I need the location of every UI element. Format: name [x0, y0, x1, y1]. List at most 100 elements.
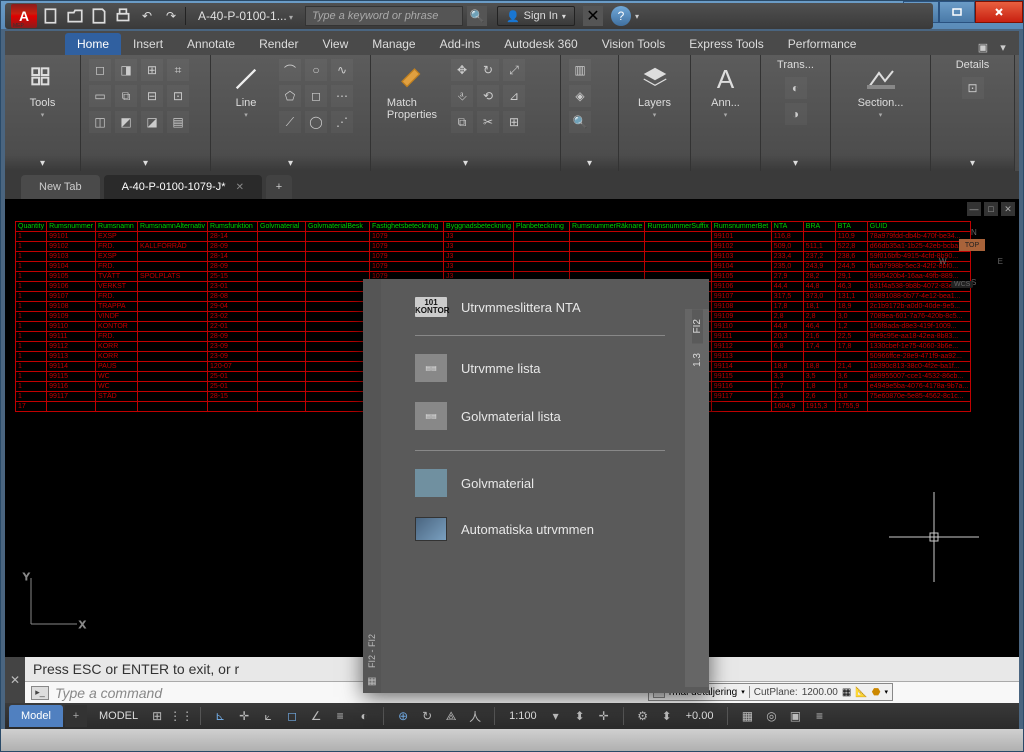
elevation-value[interactable]: +0.00: [680, 710, 720, 722]
qat-save-icon[interactable]: [89, 6, 109, 26]
drawing-tab-active[interactable]: A-40-P-0100-1079-J*✕: [104, 175, 262, 199]
layout-add-button[interactable]: +: [65, 705, 87, 727]
view-tool-icon[interactable]: 🔍: [569, 111, 591, 133]
viewport-close-icon[interactable]: ✕: [1001, 202, 1015, 216]
view-tool-icon[interactable]: ◈: [569, 85, 591, 107]
draw-tool-icon[interactable]: ⟋: [279, 111, 301, 133]
tab-view[interactable]: View: [310, 33, 360, 55]
draw-tool-icon[interactable]: ⋰: [331, 111, 353, 133]
annoscale-sync-icon[interactable]: ⬍: [569, 706, 591, 726]
palette-tool-item[interactable]: Golvmaterial: [415, 459, 665, 507]
palette-props-icon[interactable]: ▦: [367, 676, 376, 687]
tab-close-icon[interactable]: ✕: [236, 182, 244, 193]
tab-annotate[interactable]: Annotate: [175, 33, 247, 55]
customize-icon[interactable]: ≡: [808, 706, 830, 726]
palette-tool-head[interactable]: 101 KONTOR Utrvmmeslittera NTA: [415, 291, 665, 335]
qat-open-icon[interactable]: [65, 6, 85, 26]
build-tool-icon[interactable]: ⊡: [167, 85, 189, 107]
section-button[interactable]: Section... ▾: [841, 59, 921, 119]
annotation-button[interactable]: A Ann... ▾: [699, 59, 752, 119]
window-maximize-button[interactable]: [939, 1, 975, 23]
layer-key-icon[interactable]: 📐: [855, 687, 867, 698]
help-button[interactable]: ?: [611, 6, 631, 26]
tab-manage[interactable]: Manage: [360, 33, 427, 55]
tab-addins[interactable]: Add-ins: [428, 33, 493, 55]
qat-new-icon[interactable]: [41, 6, 61, 26]
modify-tool-icon[interactable]: ✂: [477, 111, 499, 133]
modify-tool-icon[interactable]: ⊿: [503, 85, 525, 107]
dyn-input-icon[interactable]: ⊕: [392, 706, 414, 726]
draw-tool-icon[interactable]: ∿: [331, 59, 353, 81]
qat-print-icon[interactable]: [113, 6, 133, 26]
panel-title-build[interactable]: ▾: [81, 155, 210, 171]
palette-tool-item[interactable]: Automatiska utrvmmen: [415, 507, 665, 551]
panel-title-modify[interactable]: ▾: [371, 155, 560, 171]
tab-insert[interactable]: Insert: [121, 33, 175, 55]
iso-icon[interactable]: ⟀: [257, 706, 279, 726]
tool-palette[interactable]: ✕ ⇤ ⤢ FI2 - FI2 ▦ FI2 1.3 101 KONTOR Utr…: [363, 279, 709, 693]
tab-home[interactable]: Home: [65, 33, 121, 55]
build-tool-icon[interactable]: ◩: [115, 111, 137, 133]
transparency-button[interactable]: Trans...: [777, 59, 814, 71]
lineweight-icon[interactable]: ≡: [329, 706, 351, 726]
draw-tool-icon[interactable]: ○: [305, 59, 327, 81]
match-properties-button[interactable]: Match Properties: [379, 59, 445, 121]
tools-button[interactable]: Tools ▾: [16, 59, 70, 119]
grid-icon[interactable]: ⊞: [146, 706, 168, 726]
layers-button[interactable]: Layers ▾: [628, 59, 682, 119]
modify-tool-icon[interactable]: ⤢: [503, 59, 525, 81]
drawing-tab-new[interactable]: New Tab: [21, 175, 100, 199]
detail-tool-icon[interactable]: ⊡: [962, 77, 984, 99]
otrack-icon[interactable]: ∠: [305, 706, 327, 726]
app-menu-button[interactable]: MEP: [11, 4, 37, 28]
build-tool-icon[interactable]: ▭: [89, 85, 111, 107]
line-button[interactable]: Line ▾: [219, 59, 273, 119]
search-input[interactable]: Type a keyword or phrase: [305, 6, 463, 26]
drawing-tab-add[interactable]: +: [266, 175, 292, 199]
display-toggle-icon[interactable]: ⬣: [872, 687, 881, 698]
build-tool-icon[interactable]: ⊞: [141, 59, 163, 81]
3dosnap-icon[interactable]: ⟁: [440, 706, 462, 726]
trans-tool-icon[interactable]: ◑: [785, 103, 807, 125]
qat-redo-icon[interactable]: ↷: [161, 6, 181, 26]
build-tool-icon[interactable]: ⌗: [167, 59, 189, 81]
panel-title-trans[interactable]: ▾: [761, 155, 830, 171]
modify-tool-icon[interactable]: ⧉: [451, 111, 473, 133]
viewcube-top[interactable]: TOP: [959, 239, 985, 251]
view-tool-icon[interactable]: ▥: [569, 59, 591, 81]
snap-icon[interactable]: ⋮⋮: [170, 706, 192, 726]
trans-tool-icon[interactable]: ◐: [785, 77, 807, 99]
search-icon[interactable]: 🔍: [467, 6, 487, 26]
build-tool-icon[interactable]: ◨: [115, 59, 137, 81]
view-cube[interactable]: N W E S TOP WCS: [939, 231, 999, 291]
document-title[interactable]: A-40-P-0100-1...: [198, 9, 293, 23]
signin-button[interactable]: 👤 Sign In ▾: [497, 6, 575, 26]
polar-icon[interactable]: ✛: [233, 706, 255, 726]
modify-tool-icon[interactable]: ⟲: [477, 85, 499, 107]
panel-title-draw[interactable]: ▾: [211, 155, 370, 171]
annotation-scale[interactable]: 1:100: [503, 710, 543, 722]
tab-visiontools[interactable]: Vision Tools: [590, 33, 678, 55]
tab-expresstools[interactable]: Express Tools: [677, 33, 775, 55]
draw-tool-icon[interactable]: ◻: [305, 85, 327, 107]
osnap-icon[interactable]: ◻: [281, 706, 303, 726]
ribbon-focus-icon[interactable]: ▣: [975, 39, 991, 55]
workspace-icon[interactable]: ⚙: [632, 706, 654, 726]
model-tab[interactable]: Model: [9, 705, 63, 727]
modify-tool-icon[interactable]: ⊞: [503, 111, 525, 133]
commandline-close-icon[interactable]: ✕: [5, 657, 25, 703]
modify-tool-icon[interactable]: ⎀: [451, 85, 473, 107]
build-tool-icon[interactable]: ▤: [167, 111, 189, 133]
transparency-icon[interactable]: ◐: [353, 706, 375, 726]
annoscale-add-icon[interactable]: ✛: [593, 706, 615, 726]
exchange-apps-icon[interactable]: ✕: [583, 6, 603, 26]
tab-autodesk360[interactable]: Autodesk 360: [492, 33, 589, 55]
build-tool-icon[interactable]: ⊟: [141, 85, 163, 107]
palette-tab-fi2[interactable]: FI2: [692, 309, 703, 343]
build-tool-icon[interactable]: ⧉: [115, 85, 137, 107]
viewport-minimize-icon[interactable]: —: [967, 202, 981, 216]
qat-undo-icon[interactable]: ↶: [137, 6, 157, 26]
modify-tool-icon[interactable]: ↻: [477, 59, 499, 81]
ortho-icon[interactable]: ⊾: [209, 706, 231, 726]
draw-tool-icon[interactable]: ⌒: [279, 59, 301, 81]
